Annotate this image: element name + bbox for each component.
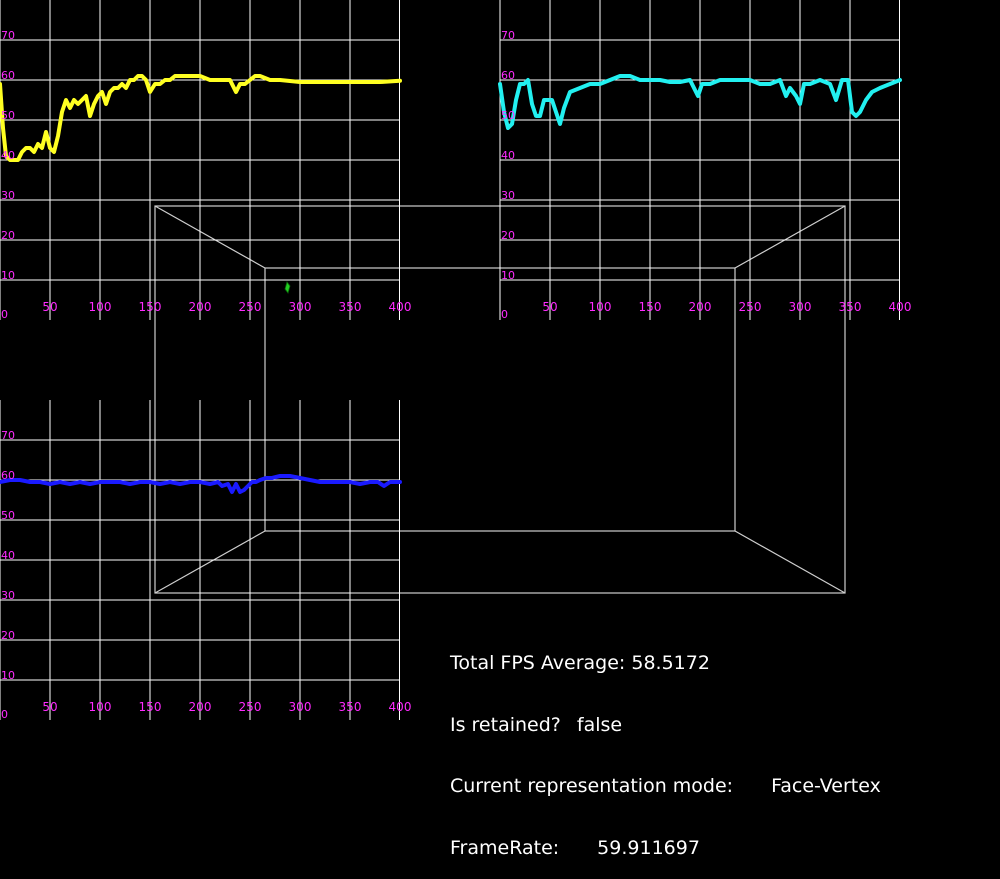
y-tick-label: 30 [501,189,515,202]
framerate-value: 59.911697 [597,836,700,859]
x-tick-label: 350 [839,300,862,314]
fps-chart-2: 0 10 20 30 40 50 60 70 50 100 150 200 250 300 350 400 [498,0,912,321]
y-tick-label: 40 [1,549,15,562]
retained-value: false [576,713,623,736]
y-tick-label: 10 [501,269,515,282]
y-tick-label: 0 [1,708,8,721]
fps-average-value: 58.5172 [631,652,710,674]
framerate-label: FrameRate: [450,836,560,859]
x-tick-label: 200 [689,300,712,314]
x-tick-label: 100 [89,300,112,314]
framerate-row: FrameRate: 59.911697 [450,836,881,859]
box-edge-bottom-right [734,530,846,594]
y-tick-label: 50 [1,109,15,122]
x-tick-label: 400 [389,300,412,314]
y-tick-label: 50 [501,109,515,122]
y-tick-label: 10 [1,269,15,282]
y-tick-label: 30 [1,589,15,602]
y-tick-label: 20 [1,229,15,242]
representation-mode-row: Current representation mode: Face-Vertex [450,776,881,797]
x-tick-label: 350 [339,300,362,314]
x-tick-label: 400 [889,300,912,314]
fps-chart-3: 0 10 20 30 40 50 60 70 50 100 150 200 250 300 350 400 [0,400,411,721]
y-tick-label: 70 [1,29,15,42]
cursor-icon [284,281,291,294]
x-tick-label: 250 [239,300,262,314]
x-tick-label: 400 [389,700,412,714]
fps-chart-1: 0 10 20 30 40 50 60 70 50 100 150 200 250 300 350 400 [0,0,411,321]
y-tick-label: 60 [1,69,15,82]
retained-row: Is retained? false [450,713,881,736]
x-tick-label: 250 [739,300,762,314]
box-edge-bottom-left [154,530,266,594]
x-tick-label: 300 [789,300,812,314]
fps-average-row: Total FPS Average: 58.5172 [450,653,881,674]
representation-mode-label: Current representation mode: [450,775,734,797]
x-tick-label: 100 [589,300,612,314]
x-tick-label: 100 [89,700,112,714]
representation-mode-value: Face-Vertex [771,775,881,797]
x-tick-label: 50 [42,700,57,714]
x-tick-label: 150 [139,700,162,714]
x-tick-label: 250 [239,700,262,714]
y-tick-label: 40 [501,149,515,162]
cursor-marker [284,281,291,294]
y-tick-label: 40 [1,149,15,162]
y-tick-label: 20 [1,629,15,642]
y-tick-label: 60 [501,69,515,82]
retained-label: Is retained? [450,713,561,736]
x-tick-label: 200 [189,300,212,314]
x-tick-label: 350 [339,700,362,714]
stats-panel: Total FPS Average: 58.5172 Is retained? f… [450,612,881,879]
box-edge-top-right [734,205,846,269]
y-tick-label: 0 [1,308,8,321]
x-tick-label: 300 [289,300,312,314]
x-tick-label: 200 [189,700,212,714]
x-tick-label: 150 [139,300,162,314]
y-tick-label: 20 [501,229,515,242]
x-tick-label: 300 [289,700,312,714]
y-tick-label: 10 [1,669,15,682]
y-tick-label: 30 [1,189,15,202]
x-tick-label: 50 [42,300,57,314]
x-tick-label: 50 [542,300,557,314]
y-tick-label: 70 [501,29,515,42]
y-tick-label: 50 [1,509,15,522]
y-tick-label: 70 [1,429,15,442]
y-tick-label: 60 [1,469,15,482]
fps-average-label: Total FPS Average: [450,652,626,674]
y-tick-label: 0 [501,308,508,321]
x-tick-label: 150 [639,300,662,314]
box-edge-top-left [154,205,266,269]
